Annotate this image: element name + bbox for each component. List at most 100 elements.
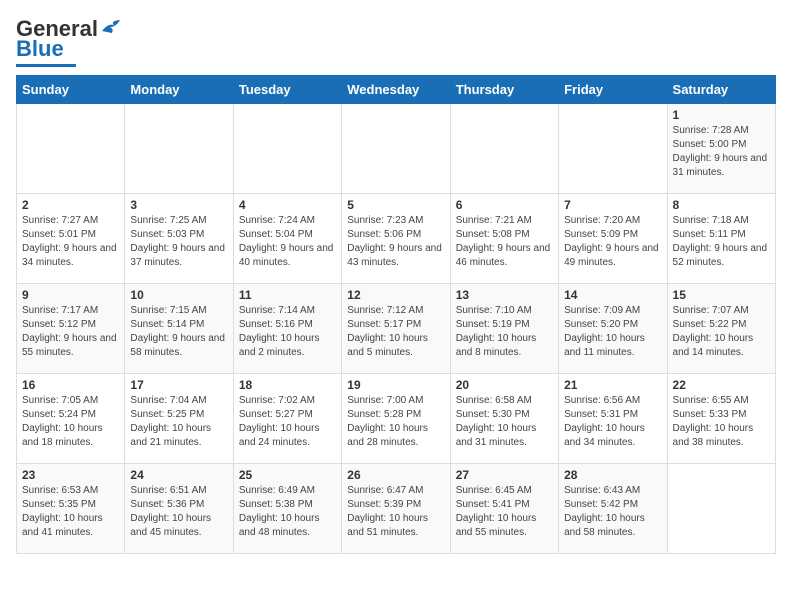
day-cell: 3 Sunrise: 7:25 AM Sunset: 5:03 PM Daylig…: [125, 194, 233, 284]
week-row-3: 9 Sunrise: 7:17 AM Sunset: 5:12 PM Daylig…: [17, 284, 776, 374]
day-info: Sunrise: 7:04 AM Sunset: 5:25 PM Dayligh…: [130, 394, 227, 450]
day-info: Sunrise: 7:28 AM Sunset: 5:00 PM Dayligh…: [673, 124, 770, 180]
day-info: Sunrise: 7:12 AM Sunset: 5:17 PM Dayligh…: [347, 304, 444, 360]
day-info: Sunrise: 6:43 AM Sunset: 5:42 PM Dayligh…: [564, 484, 661, 540]
day-cell: 26 Sunrise: 6:47 AM Sunset: 5:39 PM Dayli…: [342, 464, 450, 554]
day-number: 19: [347, 378, 444, 392]
day-cell: 4 Sunrise: 7:24 AM Sunset: 5:04 PM Daylig…: [233, 194, 341, 284]
day-number: 27: [456, 468, 553, 482]
day-number: 14: [564, 288, 661, 302]
day-info: Sunrise: 6:55 AM Sunset: 5:33 PM Dayligh…: [673, 394, 770, 450]
day-cell: [342, 104, 450, 194]
day-number: 10: [130, 288, 227, 302]
day-info: Sunrise: 7:07 AM Sunset: 5:22 PM Dayligh…: [673, 304, 770, 360]
day-info: Sunrise: 7:25 AM Sunset: 5:03 PM Dayligh…: [130, 214, 227, 270]
day-cell: 11 Sunrise: 7:14 AM Sunset: 5:16 PM Dayli…: [233, 284, 341, 374]
day-info: Sunrise: 7:17 AM Sunset: 5:12 PM Dayligh…: [22, 304, 119, 360]
header-thursday: Thursday: [450, 76, 558, 104]
day-number: 5: [347, 198, 444, 212]
day-info: Sunrise: 7:15 AM Sunset: 5:14 PM Dayligh…: [130, 304, 227, 360]
day-number: 11: [239, 288, 336, 302]
logo-underline: [16, 64, 76, 67]
day-number: 16: [22, 378, 119, 392]
day-info: Sunrise: 7:05 AM Sunset: 5:24 PM Dayligh…: [22, 394, 119, 450]
day-info: Sunrise: 7:00 AM Sunset: 5:28 PM Dayligh…: [347, 394, 444, 450]
week-row-2: 2 Sunrise: 7:27 AM Sunset: 5:01 PM Daylig…: [17, 194, 776, 284]
day-info: Sunrise: 7:27 AM Sunset: 5:01 PM Dayligh…: [22, 214, 119, 270]
day-cell: 23 Sunrise: 6:53 AM Sunset: 5:35 PM Dayli…: [17, 464, 125, 554]
day-info: Sunrise: 6:47 AM Sunset: 5:39 PM Dayligh…: [347, 484, 444, 540]
day-cell: [233, 104, 341, 194]
day-number: 8: [673, 198, 770, 212]
day-number: 24: [130, 468, 227, 482]
logo-bird-icon: [100, 19, 122, 35]
day-number: 23: [22, 468, 119, 482]
day-info: Sunrise: 6:58 AM Sunset: 5:30 PM Dayligh…: [456, 394, 553, 450]
day-number: 3: [130, 198, 227, 212]
day-cell: [450, 104, 558, 194]
day-info: Sunrise: 6:45 AM Sunset: 5:41 PM Dayligh…: [456, 484, 553, 540]
day-info: Sunrise: 6:51 AM Sunset: 5:36 PM Dayligh…: [130, 484, 227, 540]
day-info: Sunrise: 7:02 AM Sunset: 5:27 PM Dayligh…: [239, 394, 336, 450]
page-header: General Blue: [16, 16, 776, 67]
day-cell: 7 Sunrise: 7:20 AM Sunset: 5:09 PM Daylig…: [559, 194, 667, 284]
day-cell: 17Sunrise: 7:04 AM Sunset: 5:25 PM Dayli…: [125, 374, 233, 464]
day-info: Sunrise: 7:20 AM Sunset: 5:09 PM Dayligh…: [564, 214, 661, 270]
day-info: Sunrise: 7:23 AM Sunset: 5:06 PM Dayligh…: [347, 214, 444, 270]
day-number: 4: [239, 198, 336, 212]
day-cell: 5 Sunrise: 7:23 AM Sunset: 5:06 PM Daylig…: [342, 194, 450, 284]
week-row-5: 23 Sunrise: 6:53 AM Sunset: 5:35 PM Dayli…: [17, 464, 776, 554]
week-row-4: 16 Sunrise: 7:05 AM Sunset: 5:24 PM Dayli…: [17, 374, 776, 464]
day-number: 20: [456, 378, 553, 392]
day-cell: 16 Sunrise: 7:05 AM Sunset: 5:24 PM Dayli…: [17, 374, 125, 464]
day-number: 9: [22, 288, 119, 302]
day-cell: 8 Sunrise: 7:18 AM Sunset: 5:11 PM Daylig…: [667, 194, 775, 284]
day-info: Sunrise: 7:09 AM Sunset: 5:20 PM Dayligh…: [564, 304, 661, 360]
day-number: 25: [239, 468, 336, 482]
day-cell: 15Sunrise: 7:07 AM Sunset: 5:22 PM Dayli…: [667, 284, 775, 374]
day-number: 22: [673, 378, 770, 392]
day-cell: 25 Sunrise: 6:49 AM Sunset: 5:38 PM Dayli…: [233, 464, 341, 554]
day-number: 26: [347, 468, 444, 482]
day-number: 28: [564, 468, 661, 482]
day-cell: [559, 104, 667, 194]
day-number: 13: [456, 288, 553, 302]
header-row: SundayMondayTuesdayWednesdayThursdayFrid…: [17, 76, 776, 104]
header-monday: Monday: [125, 76, 233, 104]
day-info: Sunrise: 6:56 AM Sunset: 5:31 PM Dayligh…: [564, 394, 661, 450]
day-cell: 21 Sunrise: 6:56 AM Sunset: 5:31 PM Dayli…: [559, 374, 667, 464]
day-info: Sunrise: 7:10 AM Sunset: 5:19 PM Dayligh…: [456, 304, 553, 360]
week-row-1: 1 Sunrise: 7:28 AM Sunset: 5:00 PM Daylig…: [17, 104, 776, 194]
day-number: 18: [239, 378, 336, 392]
day-cell: 1 Sunrise: 7:28 AM Sunset: 5:00 PM Daylig…: [667, 104, 775, 194]
day-cell: 10 Sunrise: 7:15 AM Sunset: 5:14 PM Dayli…: [125, 284, 233, 374]
day-info: Sunrise: 7:14 AM Sunset: 5:16 PM Dayligh…: [239, 304, 336, 360]
day-number: 21: [564, 378, 661, 392]
day-info: Sunrise: 6:53 AM Sunset: 5:35 PM Dayligh…: [22, 484, 119, 540]
day-number: 12: [347, 288, 444, 302]
day-cell: 22 Sunrise: 6:55 AM Sunset: 5:33 PM Dayli…: [667, 374, 775, 464]
day-cell: 12 Sunrise: 7:12 AM Sunset: 5:17 PM Dayli…: [342, 284, 450, 374]
day-number: 2: [22, 198, 119, 212]
day-number: 7: [564, 198, 661, 212]
day-cell: 14 Sunrise: 7:09 AM Sunset: 5:20 PM Dayli…: [559, 284, 667, 374]
day-cell: 27 Sunrise: 6:45 AM Sunset: 5:41 PM Dayli…: [450, 464, 558, 554]
day-info: Sunrise: 6:49 AM Sunset: 5:38 PM Dayligh…: [239, 484, 336, 540]
day-cell: [667, 464, 775, 554]
day-cell: 2 Sunrise: 7:27 AM Sunset: 5:01 PM Daylig…: [17, 194, 125, 284]
day-cell: 18 Sunrise: 7:02 AM Sunset: 5:27 PM Dayli…: [233, 374, 341, 464]
day-cell: 9 Sunrise: 7:17 AM Sunset: 5:12 PM Daylig…: [17, 284, 125, 374]
day-cell: 13 Sunrise: 7:10 AM Sunset: 5:19 PM Dayli…: [450, 284, 558, 374]
logo: General Blue: [16, 16, 122, 67]
day-info: Sunrise: 7:18 AM Sunset: 5:11 PM Dayligh…: [673, 214, 770, 270]
calendar-table: SundayMondayTuesdayWednesdayThursdayFrid…: [16, 75, 776, 554]
header-tuesday: Tuesday: [233, 76, 341, 104]
day-number: 1: [673, 108, 770, 122]
header-wednesday: Wednesday: [342, 76, 450, 104]
header-sunday: Sunday: [17, 76, 125, 104]
day-info: Sunrise: 7:24 AM Sunset: 5:04 PM Dayligh…: [239, 214, 336, 270]
day-cell: [17, 104, 125, 194]
day-number: 6: [456, 198, 553, 212]
header-saturday: Saturday: [667, 76, 775, 104]
calendar-header: SundayMondayTuesdayWednesdayThursdayFrid…: [17, 76, 776, 104]
